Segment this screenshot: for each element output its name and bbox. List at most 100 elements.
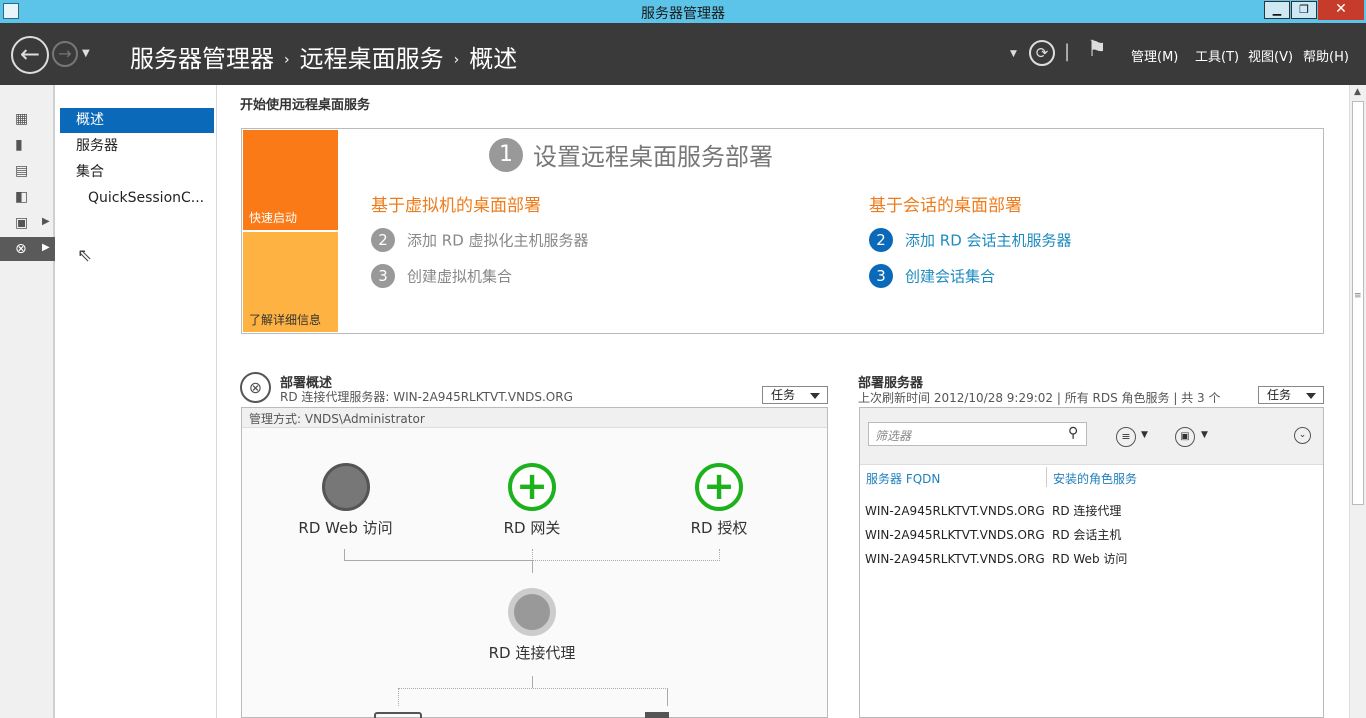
chevron-right-icon: › (453, 52, 460, 68)
column-divider (1046, 467, 1047, 487)
dropdown-icon[interactable]: ▼ (1141, 430, 1148, 440)
subnav-overview[interactable]: 概述 (60, 108, 214, 133)
session-step-add-host[interactable]: 2 添加 RD 会话主机服务器 (869, 228, 1072, 264)
expand-arrow-icon[interactable]: ▶ (42, 242, 50, 253)
step-number: 3 (869, 264, 893, 288)
table-row[interactable]: WIN-2A945RLKTVT.VNDS.ORG RD 连接代理 (865, 502, 1121, 519)
table-row[interactable]: WIN-2A945RLKTVT.VNDS.ORG RD 会话主机 (865, 526, 1121, 543)
rd-gateway-node[interactable]: + RD 网关 (487, 463, 577, 538)
add-icon: + (508, 463, 556, 511)
rd-web-access-label: RD Web 访问 (298, 519, 393, 537)
nav-all-servers[interactable]: ▤ (0, 159, 55, 183)
title-bar: 服务器管理器 ▁ ❐ ✕ (0, 0, 1366, 23)
fqdn-cell: WIN-2A945RLKTVT.VNDS.ORG (865, 552, 1045, 566)
list-view-icon[interactable]: ≡ (1116, 427, 1136, 447)
file-services-icon: ◧ (15, 189, 29, 205)
rd-web-access-node[interactable]: RD Web 访问 (298, 463, 393, 538)
grip-icon: ≡ (1354, 291, 1362, 301)
quick-start-tile[interactable]: 快速启动 (243, 130, 338, 230)
broker-icon (508, 588, 556, 636)
fqdn-cell: WIN-2A945RLKTVT.VNDS.ORG (865, 504, 1045, 518)
breadcrumb-root[interactable]: 服务器管理器 (130, 45, 274, 73)
session-deployment-column: 基于会话的桌面部署 2 添加 RD 会话主机服务器 3 创建会话集合 (869, 191, 1072, 300)
rd-gateway-label: RD 网关 (503, 519, 561, 537)
session-host-icon (374, 712, 422, 718)
dashboard-icon: ▦ (15, 111, 29, 127)
nav-remote-desktop[interactable]: ⊗ ▶ (0, 237, 55, 261)
menu-tools[interactable]: 工具(T) (1195, 46, 1239, 65)
step-number: 2 (371, 228, 395, 252)
subnav-servers[interactable]: 服务器 (60, 134, 214, 159)
connector-line (532, 676, 533, 688)
server-icon: ▮ (15, 137, 23, 153)
quick-start-label: 快速启动 (249, 211, 298, 225)
expand-arrow-icon[interactable]: ▶ (42, 216, 50, 227)
maximize-button[interactable]: ❐ (1291, 1, 1317, 19)
step1-heading: 1 设置远程桌面服务部署 (489, 137, 773, 172)
header-separator: | (1064, 41, 1071, 62)
chevron-right-icon: › (284, 52, 290, 68)
subnav-quicksession[interactable]: QuickSessionC... (60, 186, 214, 211)
scroll-up-icon[interactable]: ▲ (1354, 87, 1361, 97)
dropdown-icon[interactable]: ▼ (1201, 430, 1208, 440)
role-cell: RD Web 访问 (1052, 552, 1128, 566)
iis-icon: ▣ (15, 215, 29, 231)
menu-view[interactable]: 视图(V) (1248, 46, 1293, 65)
step1-title: 设置远程桌面服务部署 (533, 143, 773, 171)
save-query-icon[interactable]: ▣ (1175, 427, 1195, 447)
close-button[interactable]: ✕ (1318, 0, 1364, 20)
breadcrumb-current: 概述 (469, 45, 518, 73)
servers-icon: ▤ (15, 163, 29, 179)
filter-placeholder: 筛选器 (875, 429, 912, 443)
nav-dashboard[interactable]: ▦ (0, 107, 55, 131)
connector-line (532, 561, 533, 573)
nav-file-services[interactable]: ◧ (0, 185, 55, 209)
overview-tasks-button[interactable]: 任务 (762, 386, 828, 404)
rd-licensing-node[interactable]: + RD 授权 (674, 463, 764, 538)
rd-licensing-label: RD 授权 (690, 519, 748, 537)
history-dropdown-icon[interactable]: ▼ (82, 48, 90, 59)
overview-panel: 管理方式: VNDS\Administrator RD Web 访问 + RD 网… (241, 407, 828, 718)
scroll-thumb[interactable] (1352, 101, 1364, 505)
remote-desktop-icon: ⊗ (15, 241, 27, 257)
rd-connection-broker-label: RD 连接代理 (488, 644, 576, 662)
learn-more-tile[interactable]: 了解详细信息 (243, 232, 338, 332)
deployment-icon: ⊗ (240, 372, 271, 403)
servers-subtitle: 上次刷新时间 2012/10/28 9:29:02 | 所有 RDS 角色服务 … (858, 391, 1221, 405)
subnav-collections[interactable]: 集合 (60, 160, 214, 185)
rd-connection-broker-node[interactable]: RD 连接代理 (472, 588, 592, 663)
forward-icon[interactable]: → (52, 41, 78, 67)
step-number: 3 (371, 264, 395, 288)
vm-deployment-column: 基于虚拟机的桌面部署 2 添加 RD 虚拟化主机服务器 3 创建虚拟机集合 (371, 191, 589, 300)
filter-input[interactable]: 筛选器 (868, 422, 1087, 446)
search-icon[interactable]: ⚲ (1068, 425, 1078, 441)
back-icon[interactable]: ← (11, 36, 49, 74)
breadcrumb: 服务器管理器 › 远程桌面服务 › 概述 (130, 39, 517, 74)
connector-line (344, 549, 532, 561)
notification-flag-icon[interactable]: ⚑ (1087, 37, 1107, 62)
role-cell: RD 会话主机 (1052, 528, 1122, 542)
column-header-roles[interactable]: 安装的角色服务 (1053, 470, 1137, 487)
refresh-icon[interactable]: ⟳ (1029, 40, 1055, 66)
step-label: 创建虚拟机集合 (407, 267, 513, 286)
session-step-create-collection[interactable]: 3 创建会话集合 (869, 264, 1072, 300)
expand-icon[interactable]: ⌄ (1294, 427, 1311, 444)
virtualization-host-icon (645, 712, 669, 718)
managed-by-label: 管理方式: VNDS\Administrator (242, 408, 827, 428)
create-session-collection-link[interactable]: 创建会话集合 (905, 268, 995, 286)
table-row[interactable]: WIN-2A945RLKTVT.VNDS.ORG RD Web 访问 (865, 550, 1127, 567)
nav-local-server[interactable]: ▮ (0, 133, 55, 157)
column-header-fqdn[interactable]: 服务器 FQDN (866, 470, 940, 487)
servers-tasks-button[interactable]: 任务 (1258, 386, 1324, 404)
window-title: 服务器管理器 (641, 6, 725, 22)
minimize-button[interactable]: ▁ (1264, 1, 1290, 19)
overview-subtitle: RD 连接代理服务器: WIN-2A945RLKTVT.VNDS.ORG (280, 390, 573, 404)
add-session-host-link[interactable]: 添加 RD 会话主机服务器 (905, 232, 1072, 250)
left-icon-nav: ▦ ▮ ▤ ◧ ▣ ▶ ⊗ ▶ (0, 85, 55, 718)
menu-manage[interactable]: 管理(M) (1131, 46, 1178, 65)
nav-iis[interactable]: ▣ ▶ (0, 211, 55, 235)
menu-help[interactable]: 帮助(H) (1303, 46, 1349, 65)
breadcrumb-rds[interactable]: 远程桌面服务 (300, 45, 444, 73)
dropdown-icon[interactable]: ▼ (1010, 49, 1017, 59)
vertical-scrollbar[interactable]: ▲ ≡ (1349, 85, 1366, 718)
